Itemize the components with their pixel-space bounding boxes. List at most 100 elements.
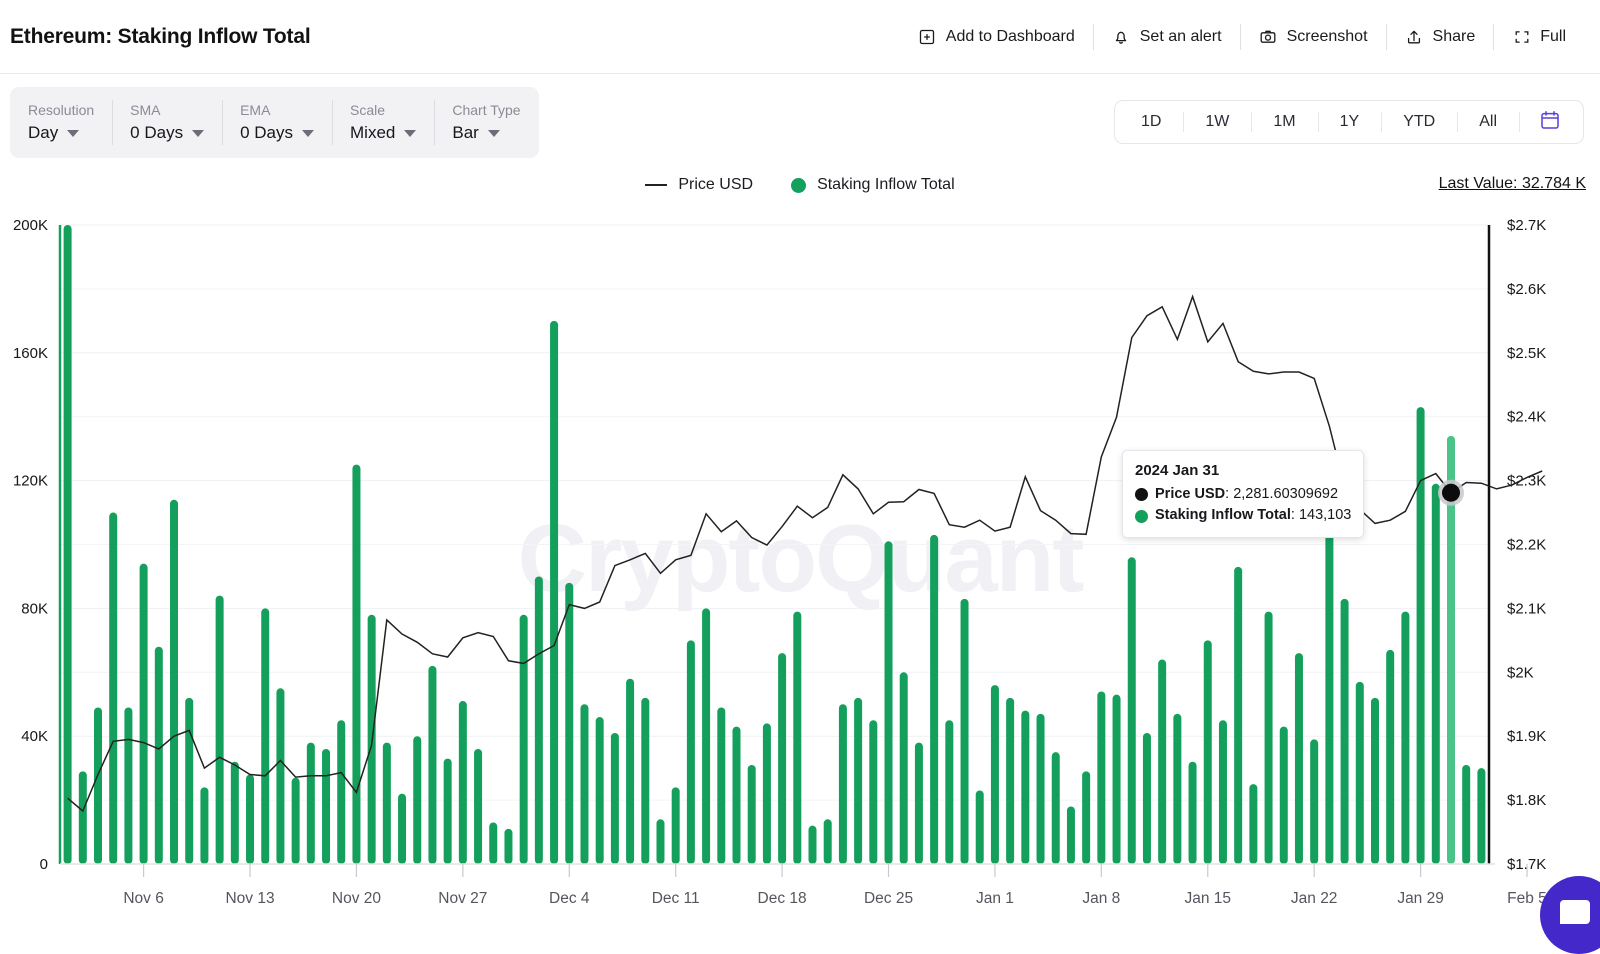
chevron-down-icon (302, 130, 314, 137)
tooltip-date: 2024 Jan 31 (1135, 460, 1351, 483)
set-alert-label: Set an alert (1140, 28, 1222, 46)
tooltip-value-staking: 143,103 (1299, 507, 1351, 523)
add-to-dashboard-label: Add to Dashboard (946, 28, 1075, 46)
sma-value: 0 Days (130, 124, 183, 143)
chart-options-group: Resolution Day SMA 0 Days EMA 0 Days Sca… (10, 87, 539, 158)
svg-text:160K: 160K (13, 345, 48, 362)
price-dot-icon (1135, 488, 1148, 501)
legend-label-price-usd: Price USD (678, 176, 753, 194)
svg-text:$1.8K: $1.8K (1507, 792, 1546, 809)
svg-text:Nov 20: Nov 20 (332, 890, 381, 907)
svg-text:$2.4K: $2.4K (1507, 409, 1546, 426)
svg-text:$2.2K: $2.2K (1507, 537, 1546, 554)
fullscreen-label: Full (1540, 28, 1566, 46)
chart-area: CryptoQuant 040K80K120K160K200K$1.7K$1.8… (0, 216, 1600, 936)
chart-legend: Price USD Staking Inflow Total (0, 176, 1600, 194)
svg-text:Jan 1: Jan 1 (976, 890, 1014, 907)
chart-control-bar: Resolution Day SMA 0 Days EMA 0 Days Sca… (0, 74, 1600, 170)
svg-text:Jan 15: Jan 15 (1184, 890, 1231, 907)
svg-text:$2K: $2K (1507, 664, 1534, 681)
ema-label: EMA (240, 103, 314, 118)
scale-value: Mixed (350, 124, 395, 143)
legend-item-staking-inflow-total[interactable]: Staking Inflow Total (791, 176, 955, 194)
ema-value: 0 Days (240, 124, 293, 143)
chat-bubble-icon (1560, 900, 1590, 924)
screenshot-button[interactable]: Screenshot (1241, 20, 1386, 54)
range-button-all[interactable]: All (1457, 101, 1519, 143)
legend-label-staking-inflow-total: Staking Inflow Total (817, 176, 955, 194)
svg-text:Nov 6: Nov 6 (123, 890, 164, 907)
add-to-dashboard-icon (918, 27, 937, 46)
share-label: Share (1433, 28, 1476, 46)
fullscreen-button[interactable]: Full (1494, 20, 1584, 54)
chart-type-selector[interactable]: Chart Type Bar (434, 87, 538, 158)
page-title: Ethereum: Staking Inflow Total (10, 25, 310, 49)
scale-selector[interactable]: Scale Mixed (332, 87, 434, 158)
svg-text:Jan 29: Jan 29 (1397, 890, 1444, 907)
header-actions: Add to Dashboard Set an alert Screens (900, 20, 1584, 54)
tooltip-row-price: Price USD: 2,281.60309692 (1135, 484, 1351, 506)
dot-marker-icon (791, 178, 806, 193)
tooltip-value-price: 2,281.60309692 (1233, 486, 1338, 502)
svg-text:Dec 4: Dec 4 (549, 890, 590, 907)
svg-text:Dec 18: Dec 18 (758, 890, 807, 907)
time-range-group: 1D 1W 1M 1Y YTD All (1114, 100, 1584, 144)
svg-text:Nov 27: Nov 27 (438, 890, 487, 907)
svg-text:Dec 25: Dec 25 (864, 890, 913, 907)
ema-selector[interactable]: EMA 0 Days (222, 87, 332, 158)
chart-tooltip: 2024 Jan 31 Price USD: 2,281.60309692 St… (1122, 450, 1364, 538)
range-button-1w[interactable]: 1W (1183, 101, 1251, 143)
svg-text:$2.7K: $2.7K (1507, 217, 1546, 234)
svg-text:Nov 13: Nov 13 (225, 890, 274, 907)
svg-text:80K: 80K (21, 600, 48, 617)
bell-icon (1112, 27, 1131, 46)
app-header: Ethereum: Staking Inflow Total Add to Da… (0, 0, 1600, 74)
svg-text:$2.5K: $2.5K (1507, 345, 1546, 362)
sma-label: SMA (130, 103, 204, 118)
share-button[interactable]: Share (1387, 20, 1494, 54)
svg-text:0: 0 (40, 856, 48, 873)
camera-icon (1259, 27, 1278, 46)
calendar-button[interactable] (1519, 101, 1579, 143)
line-marker-icon (645, 184, 667, 186)
svg-text:40K: 40K (21, 728, 48, 745)
tooltip-key-staking: Staking Inflow Total (1155, 507, 1291, 523)
chart-canvas[interactable]: 040K80K120K160K200K$1.7K$1.8K$1.9K$2K$2.… (0, 216, 1600, 936)
fullscreen-icon (1512, 27, 1531, 46)
chevron-down-icon (404, 130, 416, 137)
screenshot-label: Screenshot (1287, 28, 1368, 46)
chart-type-label: Chart Type (452, 103, 520, 118)
share-icon (1405, 27, 1424, 46)
resolution-value: Day (28, 124, 58, 143)
chart-type-value: Bar (452, 124, 478, 143)
svg-text:$1.9K: $1.9K (1507, 728, 1546, 745)
calendar-icon (1539, 109, 1561, 136)
chevron-down-icon (488, 130, 500, 137)
set-alert-button[interactable]: Set an alert (1094, 20, 1240, 54)
resolution-selector[interactable]: Resolution Day (10, 87, 112, 158)
chevron-down-icon (192, 130, 204, 137)
svg-text:120K: 120K (13, 473, 48, 490)
svg-text:$2.1K: $2.1K (1507, 600, 1546, 617)
svg-text:$2.3K: $2.3K (1507, 473, 1546, 490)
add-to-dashboard-button[interactable]: Add to Dashboard (900, 20, 1093, 54)
svg-text:Jan 22: Jan 22 (1291, 890, 1338, 907)
svg-text:Dec 11: Dec 11 (652, 890, 700, 907)
tooltip-row-staking: Staking Inflow Total: 143,103 (1135, 505, 1351, 527)
tooltip-key-price: Price USD (1155, 486, 1225, 502)
staking-dot-icon (1135, 510, 1148, 523)
svg-text:$2.6K: $2.6K (1507, 281, 1546, 298)
range-button-ytd[interactable]: YTD (1381, 101, 1457, 143)
svg-text:Jan 8: Jan 8 (1082, 890, 1120, 907)
legend-item-price-usd[interactable]: Price USD (645, 176, 753, 194)
range-button-1y[interactable]: 1Y (1318, 101, 1382, 143)
resolution-label: Resolution (28, 103, 94, 118)
chart-legend-row: Price USD Staking Inflow Total Last Valu… (0, 170, 1600, 216)
chevron-down-icon (67, 130, 79, 137)
svg-text:200K: 200K (13, 217, 48, 234)
last-value-label[interactable]: Last Value: 32.784 K (1439, 175, 1586, 193)
range-button-1m[interactable]: 1M (1251, 101, 1317, 143)
scale-label: Scale (350, 103, 416, 118)
sma-selector[interactable]: SMA 0 Days (112, 87, 222, 158)
range-button-1d[interactable]: 1D (1119, 101, 1183, 143)
